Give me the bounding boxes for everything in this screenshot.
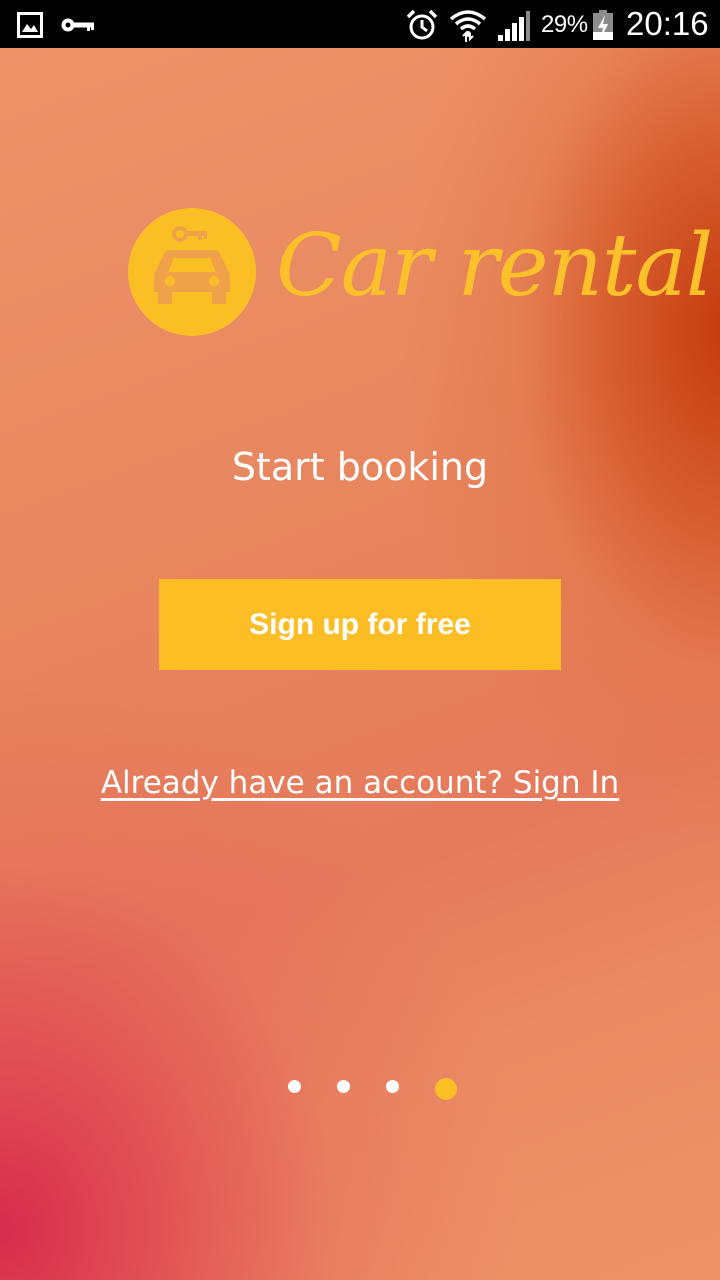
logo-text: Car rental [276, 216, 713, 316]
page-dot-1[interactable] [288, 1080, 301, 1093]
car-key-icon [128, 208, 256, 336]
signal-icon [498, 11, 530, 41]
onboarding-screen: 29% 20:16 Car rental Start booking Sign … [0, 0, 720, 1280]
page-dot-3[interactable] [386, 1080, 399, 1093]
battery-percent: 29% [541, 11, 588, 38]
sign-in-link[interactable]: Already have an account? Sign In [0, 758, 720, 808]
sign-up-button[interactable]: Sign up for free [159, 579, 561, 670]
app-logo: Car rental [126, 205, 713, 345]
alarm-icon [406, 9, 438, 40]
page-dot-4-active[interactable] [435, 1078, 457, 1100]
clock-time: 20:16 [626, 5, 709, 42]
wifi-icon [449, 10, 487, 42]
gallery-icon [17, 12, 43, 38]
status-bar: 29% 20:16 [0, 0, 720, 48]
battery-icon [593, 10, 613, 40]
headline: Start booking [231, 445, 489, 489]
vpn-key-icon [61, 18, 94, 32]
page-dot-2[interactable] [337, 1080, 350, 1093]
